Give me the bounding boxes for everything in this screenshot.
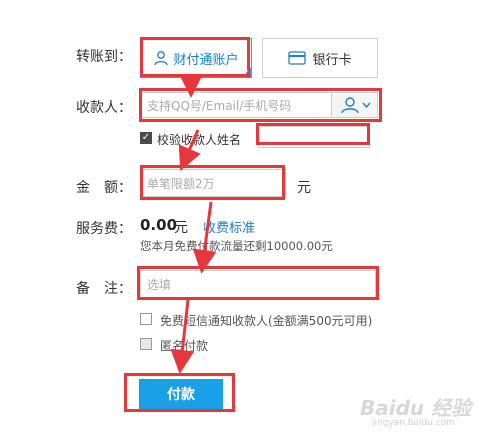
payee-label: 收款人： — [76, 100, 132, 116]
verify-name-label: 校验收款人姓名 — [157, 133, 242, 147]
submit-payment-button[interactable]: 付款 — [139, 379, 223, 409]
tab-bank-label: 银行卡 — [312, 52, 352, 68]
fee-note: 您本月免费付款流量还剩10000.00元 — [140, 239, 333, 253]
watermark-sub: jingyan.baidu.com — [372, 418, 456, 428]
amount-input[interactable]: 单笔限额2万 — [140, 169, 286, 197]
contact-picker-button[interactable] — [331, 92, 378, 118]
fee-unit: 元 — [174, 220, 188, 236]
payee-real-name-input[interactable] — [258, 126, 370, 148]
anonymous-label: 匿名付款 — [160, 339, 209, 353]
sms-notify-checkbox[interactable] — [140, 313, 152, 325]
transfer-to-label: 转账到： — [76, 49, 132, 65]
payee-placeholder: 支持QQ号/Email/手机号码 — [147, 98, 292, 113]
amount-placeholder: 单笔限额2万 — [147, 176, 215, 191]
remark-placeholder: 选填 — [147, 277, 172, 292]
chevron-down-icon — [362, 102, 371, 108]
check-icon: ✓ — [243, 68, 250, 77]
verify-name-checkbox[interactable]: ✓ — [140, 132, 152, 144]
tab-bank-card[interactable]: 银行卡 — [262, 38, 378, 78]
user-icon — [153, 50, 169, 66]
contact-picker-icon — [340, 96, 360, 114]
tab-tenpay-account[interactable]: 财付通账户 ✓ — [140, 38, 252, 78]
watermark: Baidu 经验 — [360, 396, 472, 420]
card-icon — [288, 51, 307, 65]
amount-label: 金 额： — [76, 180, 132, 196]
remark-input[interactable]: 选填 — [140, 270, 376, 298]
fee-label: 服务费： — [76, 221, 132, 237]
fee-value: 0.00 — [140, 216, 178, 234]
anonymous-checkbox[interactable] — [140, 338, 152, 350]
fee-standard-link[interactable]: 收费标准 — [203, 217, 255, 236]
tab-tenpay-label: 财付通账户 — [173, 52, 239, 68]
sms-notify-label: 免费短信通知收款人(金额满500元可用) — [160, 314, 373, 328]
amount-unit: 元 — [297, 180, 311, 196]
payee-input[interactable]: 支持QQ号/Email/手机号码 — [140, 92, 332, 118]
remark-label: 备 注： — [76, 281, 132, 297]
